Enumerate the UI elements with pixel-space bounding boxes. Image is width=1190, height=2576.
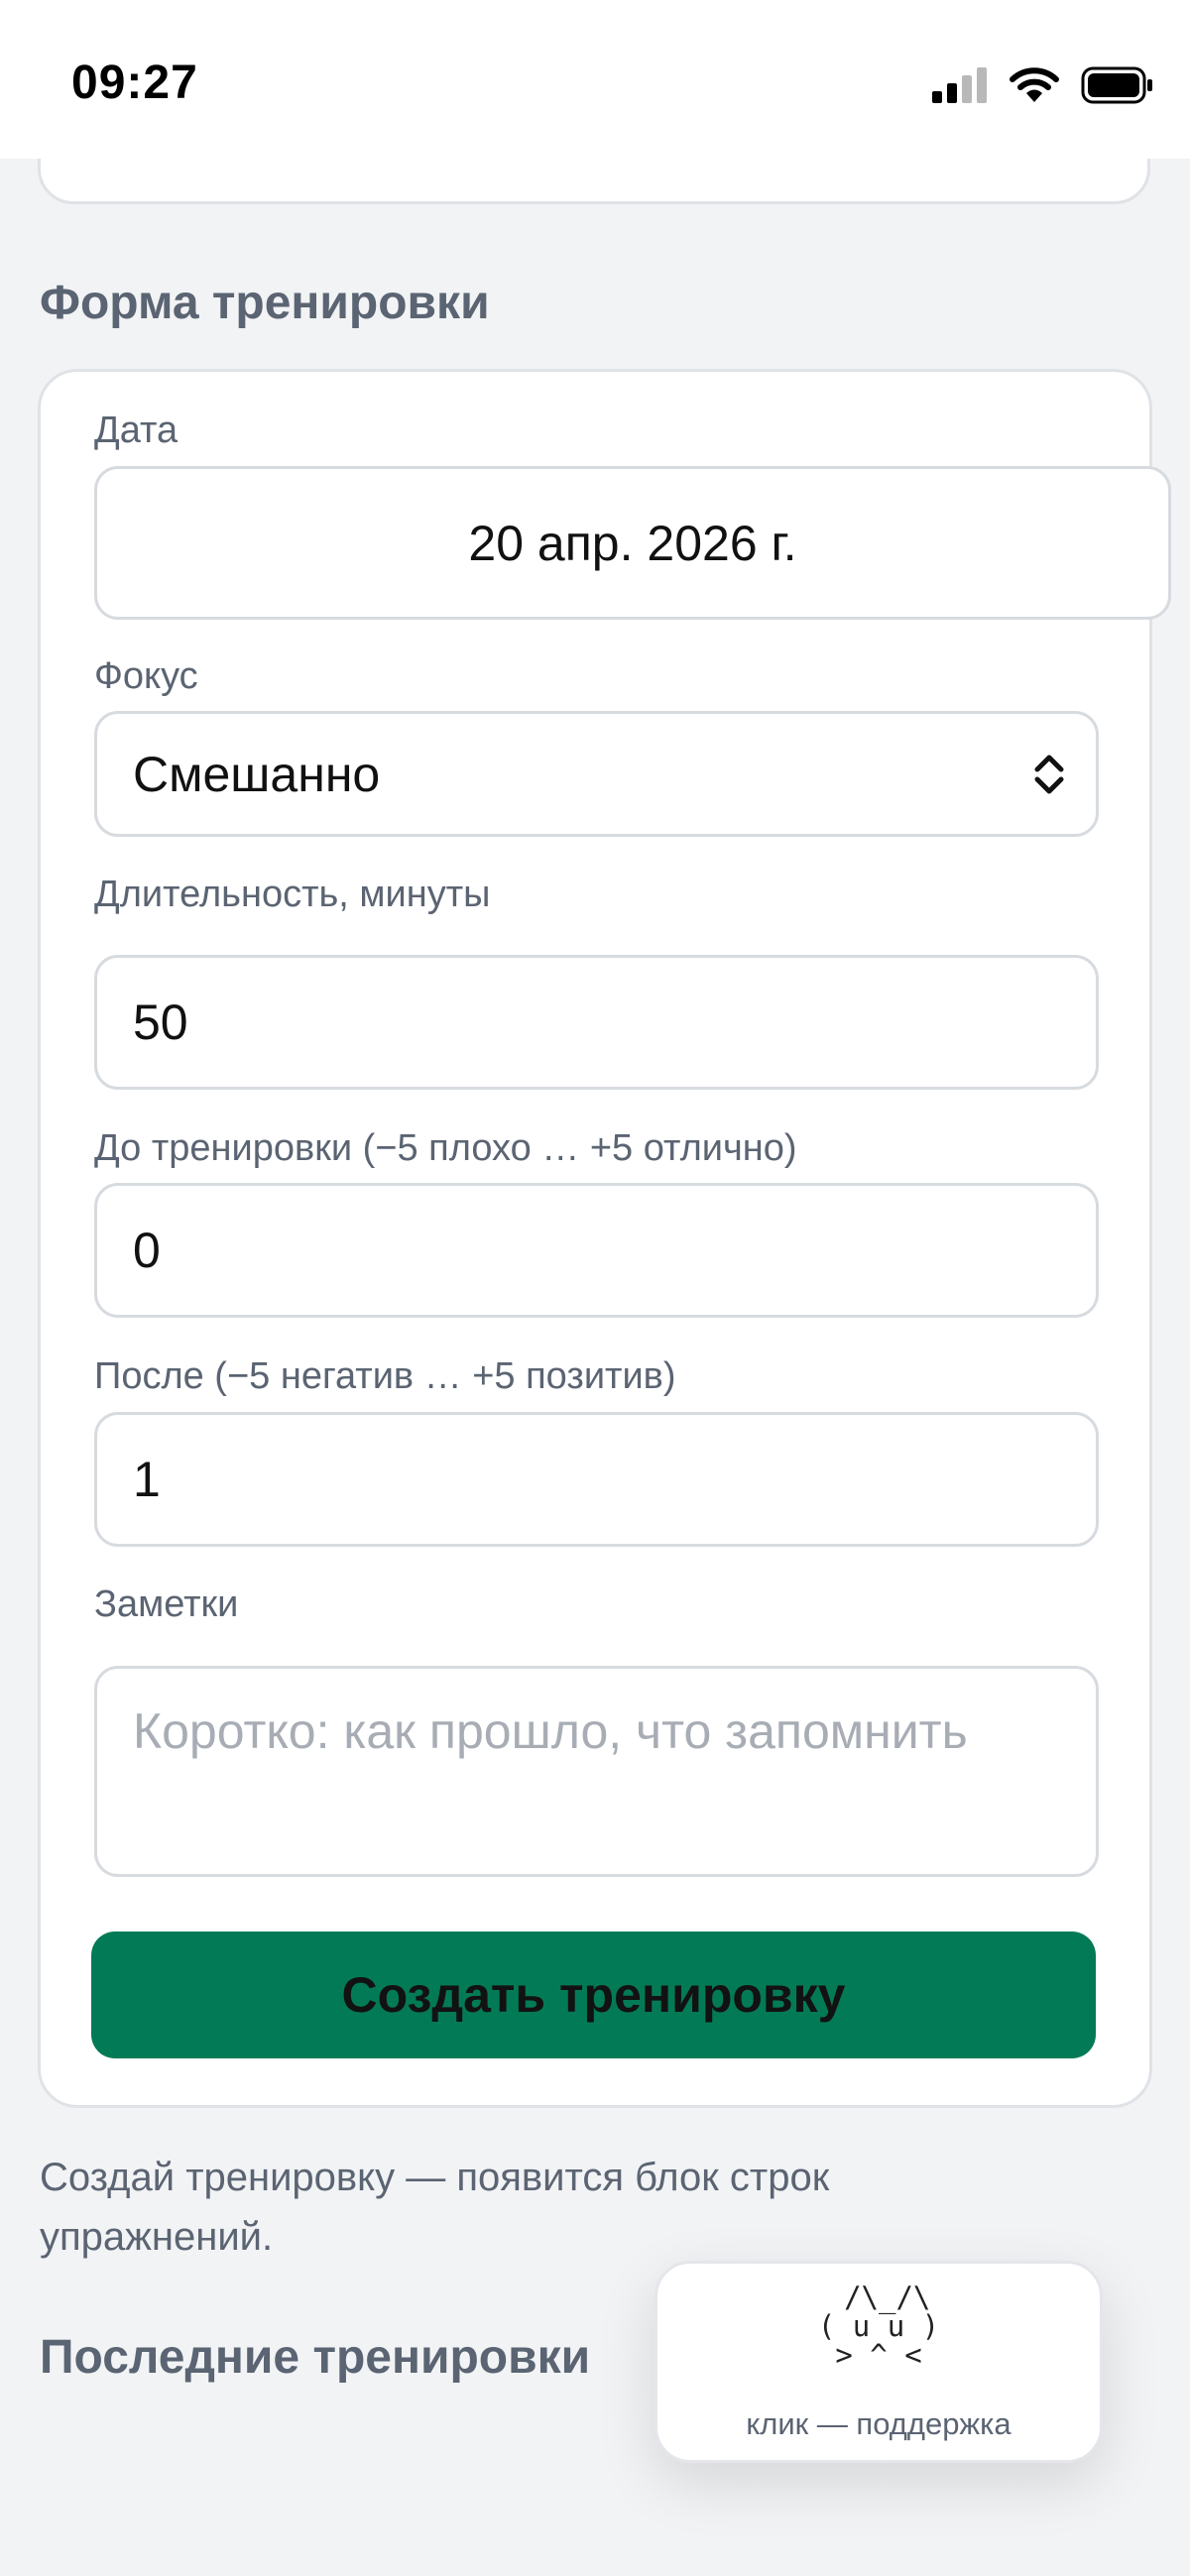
before-label: До тренировки (−5 плохо … +5 отлично)	[94, 1127, 797, 1169]
notes-textarea[interactable]: Коротко: как прошло, что запомнить	[94, 1666, 1099, 1877]
focus-select[interactable]: Смешанно	[94, 711, 1099, 837]
after-input[interactable]: 1	[94, 1412, 1099, 1547]
support-caption: клик — поддержка	[746, 2406, 1012, 2441]
chevron-up-down-icon	[1034, 755, 1064, 793]
before-input[interactable]: 0	[94, 1183, 1099, 1318]
recent-section-title: Последние тренировки	[40, 2331, 591, 2384]
date-label: Дата	[94, 410, 178, 451]
notes-placeholder: Коротко: как прошло, что запомнить	[133, 1703, 968, 1759]
status-bar: 09:27	[0, 0, 1190, 159]
workout-form-card: Дата 20 апр. 2026 г. Фокус Смешанно Длит…	[38, 369, 1171, 2108]
form-section-title: Форма тренировки	[40, 277, 490, 329]
focus-label: Фокус	[94, 655, 198, 697]
cat-ascii-art: /\_/\ ( u u ) > ^ <	[817, 2281, 940, 2372]
status-time: 09:27	[71, 57, 198, 109]
status-icons	[932, 63, 1154, 107]
previous-card-bottom	[38, 159, 1150, 204]
hint-text: Создай тренировку — появится блок строк …	[40, 2156, 830, 2259]
after-value: 1	[133, 1452, 161, 1507]
duration-value: 50	[133, 995, 188, 1050]
after-label: После (−5 негатив … +5 позитив)	[94, 1355, 676, 1397]
duration-input[interactable]: 50	[94, 955, 1099, 1090]
date-value: 20 апр. 2026 г.	[468, 515, 797, 571]
cellular-signal-icon	[932, 67, 987, 103]
create-workout-button[interactable]: Создать тренировку	[91, 1932, 1096, 2058]
duration-label: Длительность, минуты	[94, 874, 491, 915]
before-value: 0	[133, 1223, 161, 1278]
battery-icon	[1081, 66, 1152, 104]
scroll-area[interactable]: Форма тренировки Дата 20 апр. 2026 г. Фо…	[0, 159, 1190, 2576]
date-picker[interactable]: 20 апр. 2026 г.	[94, 466, 1171, 620]
notes-label: Заметки	[94, 1583, 239, 1625]
wifi-icon	[1010, 67, 1059, 102]
support-widget[interactable]: /\_/\ ( u u ) > ^ < клик — поддержка	[654, 2261, 1103, 2463]
focus-value: Смешанно	[133, 746, 381, 802]
